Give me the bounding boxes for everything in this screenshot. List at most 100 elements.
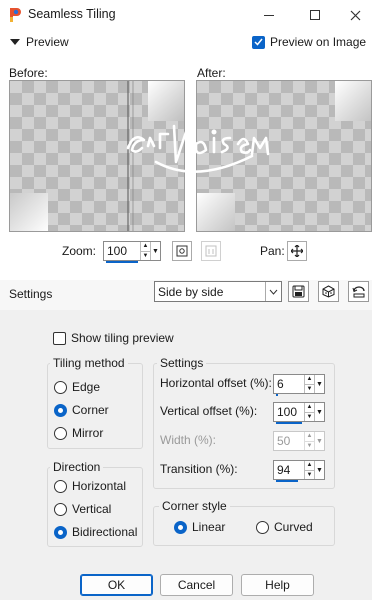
reset-button[interactable] xyxy=(348,281,369,302)
spin-down-icon: ▼ xyxy=(306,442,313,449)
checkbox-checked-icon xyxy=(252,35,265,49)
close-icon xyxy=(350,10,360,20)
radio-selected-icon xyxy=(54,525,67,539)
spin-up-icon[interactable]: ▲ xyxy=(141,242,150,252)
preset-selected: Side by side xyxy=(158,285,224,299)
transition-stepper[interactable]: ▲ ▼ xyxy=(304,461,314,479)
checkbox-icon xyxy=(53,331,66,345)
spin-down-icon[interactable]: ▼ xyxy=(305,413,314,422)
horizontal-offset-bar xyxy=(276,394,278,396)
preview-on-image-label: Preview on Image xyxy=(270,35,367,49)
tiling-mirror-label: Mirror xyxy=(72,426,104,440)
direction-horizontal-radio[interactable]: Horizontal xyxy=(54,479,126,493)
zoom-value[interactable]: 100 xyxy=(104,242,140,260)
tiling-edge-label: Edge xyxy=(72,380,101,394)
zoom-label: Zoom: xyxy=(62,244,97,258)
preview-on-image-checkbox[interactable]: Preview on Image xyxy=(252,35,366,49)
chevron-down-icon: ▼ xyxy=(314,432,324,450)
presets-label: Settings xyxy=(9,287,53,301)
transition-label: Transition (%): xyxy=(160,462,238,476)
zoom-level-bar xyxy=(106,261,138,263)
window-title: Seamless Tiling xyxy=(28,7,116,21)
minimize-button[interactable] xyxy=(246,0,292,30)
transition-bar xyxy=(276,480,298,482)
spin-down-icon[interactable]: ▼ xyxy=(305,385,314,394)
app-icon xyxy=(8,7,22,23)
spin-up-icon[interactable]: ▲ xyxy=(305,375,314,385)
show-tiling-preview-checkbox[interactable]: Show tiling preview xyxy=(53,331,174,345)
randomize-icon xyxy=(322,285,335,298)
tiling-corner-radio[interactable]: Corner xyxy=(54,403,109,417)
zoom-input[interactable]: 100 ▲ ▼ ▼ xyxy=(103,241,161,263)
corner-linear-radio[interactable]: Linear xyxy=(174,520,225,534)
tiling-method-title: Tiling method xyxy=(50,356,128,370)
pan-button[interactable] xyxy=(287,241,307,261)
width-input: 50 ▲ ▼ ▼ xyxy=(273,431,325,451)
width-label: Width (%): xyxy=(160,433,217,447)
corner-linear-label: Linear xyxy=(192,520,226,534)
direction-bidirectional-radio[interactable]: Bidirectional xyxy=(54,525,137,539)
preview-section-label: Preview xyxy=(26,35,69,49)
minimize-icon xyxy=(264,14,274,16)
spin-down-icon[interactable]: ▼ xyxy=(141,252,150,261)
spin-up-icon[interactable]: ▲ xyxy=(305,403,314,413)
vertical-offset-stepper[interactable]: ▲ ▼ xyxy=(304,403,314,421)
vertical-offset-label: Vertical offset (%): xyxy=(160,404,258,418)
ok-button[interactable]: OK xyxy=(80,574,153,596)
horizontal-offset-label: Horizontal offset (%): xyxy=(160,376,272,390)
randomize-button[interactable] xyxy=(318,281,339,302)
preview-section-toggle[interactable]: Preview xyxy=(10,35,69,49)
zoom-fit-icon xyxy=(176,245,188,257)
width-stepper: ▲ ▼ xyxy=(304,432,314,450)
maximize-button[interactable] xyxy=(292,0,338,30)
after-label: After: xyxy=(197,66,226,80)
chevron-down-icon[interactable]: ▼ xyxy=(314,461,324,479)
radio-icon xyxy=(54,502,67,516)
spin-up-icon: ▲ xyxy=(305,432,314,442)
tiling-edge-radio[interactable]: Edge xyxy=(54,380,100,394)
cancel-button[interactable]: Cancel xyxy=(160,574,233,596)
reset-icon xyxy=(352,286,365,298)
artnaisem-watermark xyxy=(122,118,292,190)
direction-horizontal-label: Horizontal xyxy=(72,479,127,493)
width-value: 50 xyxy=(277,434,291,448)
zoom-stepper[interactable]: ▲ ▼ xyxy=(140,242,150,260)
actual-size-icon xyxy=(205,245,217,257)
maximize-icon xyxy=(310,10,320,20)
chevron-down-icon xyxy=(265,282,281,301)
vertical-offset-input[interactable]: 100 ▲ ▼ ▼ xyxy=(273,402,325,424)
preset-dropdown[interactable]: Side by side xyxy=(154,281,282,302)
show-tiling-preview-label: Show tiling preview xyxy=(71,331,174,345)
direction-vertical-label: Vertical xyxy=(72,502,112,516)
radio-icon xyxy=(54,426,67,440)
vertical-offset-bar xyxy=(276,422,302,424)
tiling-mirror-radio[interactable]: Mirror xyxy=(54,426,103,440)
spin-down-icon[interactable]: ▼ xyxy=(305,471,314,480)
chevron-down-icon[interactable]: ▼ xyxy=(150,242,160,260)
corner-style-title: Corner style xyxy=(159,499,230,513)
chevron-down-icon[interactable]: ▼ xyxy=(314,375,324,393)
before-label: Before: xyxy=(9,66,48,80)
direction-title: Direction xyxy=(50,460,104,474)
help-button[interactable]: Help xyxy=(241,574,314,596)
transition-input[interactable]: 94 ▲ ▼ ▼ xyxy=(273,460,325,482)
corner-curved-radio[interactable]: Curved xyxy=(256,520,313,534)
move-icon xyxy=(291,245,303,257)
settings-title: Settings xyxy=(157,356,207,370)
zoom-actual-size-button[interactable] xyxy=(201,241,221,261)
horizontal-offset-input[interactable]: 6 ▲ ▼ ▼ xyxy=(273,374,325,396)
spin-up-icon[interactable]: ▲ xyxy=(305,461,314,471)
vertical-offset-value[interactable]: 100 xyxy=(274,403,304,421)
zoom-fit-button[interactable] xyxy=(172,241,192,261)
direction-vertical-radio[interactable]: Vertical xyxy=(54,502,111,516)
radio-icon xyxy=(54,380,67,394)
close-button[interactable] xyxy=(338,0,372,30)
pan-label: Pan: xyxy=(260,244,285,258)
transition-value[interactable]: 94 xyxy=(274,461,304,479)
save-preset-button[interactable] xyxy=(288,281,309,302)
chevron-down-icon xyxy=(10,39,20,45)
radio-icon xyxy=(256,520,269,534)
horizontal-offset-value[interactable]: 6 xyxy=(274,375,304,393)
horizontal-offset-stepper[interactable]: ▲ ▼ xyxy=(304,375,314,393)
chevron-down-icon[interactable]: ▼ xyxy=(314,403,324,421)
